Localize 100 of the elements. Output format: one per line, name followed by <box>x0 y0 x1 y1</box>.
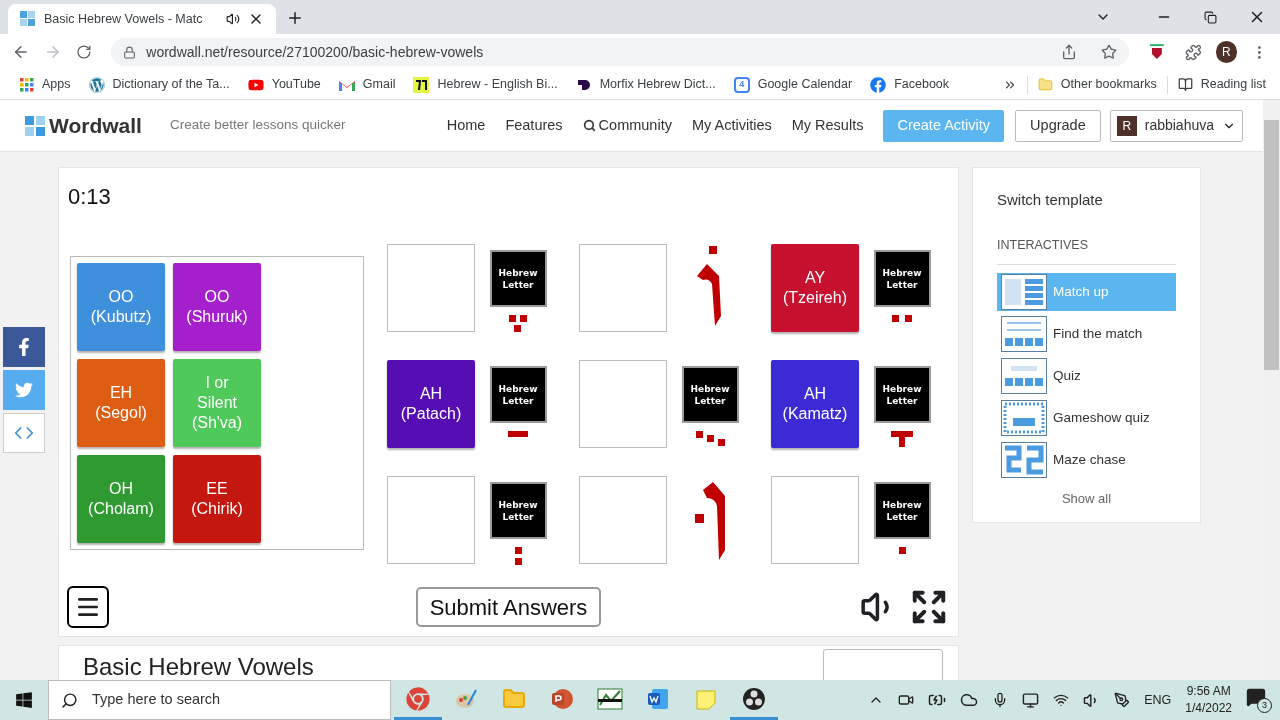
bookmark-item[interactable]: Facebook <box>864 75 956 94</box>
obs-icon <box>742 686 766 711</box>
letter-card: Hebrew Letter <box>873 366 931 423</box>
section-label: INTERACTIVES <box>997 235 1176 266</box>
answer-tile[interactable]: OO (Shuruk) <box>173 263 261 351</box>
bookmark-item[interactable]: 4 Google Calendar <box>727 75 859 94</box>
reading-list[interactable]: Reading list <box>1177 75 1266 94</box>
pen-icon[interactable] <box>1114 692 1131 708</box>
show-all-link[interactable]: Show all <box>1061 489 1112 509</box>
letter-card: Hebrew Letter <box>489 366 547 423</box>
windows-icon <box>15 691 33 709</box>
search-icon <box>582 119 596 132</box>
bookmark-item[interactable]: Hebrew - English Bi... <box>407 75 564 94</box>
chart-sheet-icon <box>597 686 623 711</box>
powerpoint-icon <box>550 686 574 711</box>
bookmark-item[interactable]: Apps <box>14 75 77 94</box>
bookmark-item[interactable]: Morfix Hebrew Dict... <box>569 75 722 94</box>
folder-icon <box>1037 77 1053 92</box>
bookmark-star-icon[interactable] <box>1101 44 1118 60</box>
shield-extension-icon[interactable] <box>1149 44 1165 60</box>
hebrew-letter-icon <box>413 76 430 93</box>
vowel-mark-icon <box>508 431 528 437</box>
display-icon[interactable] <box>1022 691 1040 709</box>
logo-grid-icon <box>25 115 45 136</box>
bookmark-item[interactable]: Gmail <box>332 75 402 94</box>
vowel-mark-icon <box>509 315 527 332</box>
menu-icon[interactable] <box>67 586 109 628</box>
browser-tab[interactable]: Basic Hebrew Vowels - Matc <box>8 4 276 34</box>
search-input[interactable]: Type here to search <box>92 689 378 711</box>
vowel-mark-icon <box>898 547 906 554</box>
nav-link[interactable]: My Results <box>791 114 864 137</box>
letter-card: Hebrew Letter <box>681 366 739 423</box>
user-avatar: R <box>1116 115 1137 136</box>
vowel-mark-icon <box>892 315 912 322</box>
extensions-icon[interactable] <box>1184 43 1202 61</box>
reload-icon[interactable] <box>75 44 92 60</box>
calendar-icon: 4 <box>733 76 750 93</box>
word-icon <box>646 686 670 711</box>
chrome-icon <box>406 686 430 711</box>
wifi-icon[interactable] <box>1053 692 1070 708</box>
tab-title: Basic Hebrew Vowels - Matc <box>44 10 204 28</box>
share-icon[interactable] <box>1061 44 1078 60</box>
meet-icon[interactable] <box>898 692 915 708</box>
lock-icon <box>123 45 137 59</box>
notification-count: 3 <box>1257 698 1272 713</box>
answer-tile[interactable]: AY (Tzeireh) <box>771 244 859 332</box>
bookmark-item[interactable]: Dictionary of the Ta... <box>82 75 236 94</box>
vowel-mark-icon <box>514 547 522 565</box>
username: rabbiahuva <box>1144 116 1214 135</box>
timer: 0:13 <box>68 184 111 209</box>
facebook-share-button[interactable] <box>3 327 45 367</box>
vowel-mark-icon <box>695 431 725 446</box>
profile-avatar[interactable]: R <box>1215 41 1238 63</box>
answer-tile[interactable]: EH (Segol) <box>77 359 165 447</box>
template-thumbnail-icon <box>1001 400 1047 437</box>
embed-button[interactable] <box>3 413 45 453</box>
twitter-icon <box>15 381 33 399</box>
upgrade-button[interactable]: Upgrade <box>1015 109 1101 142</box>
answer-tile[interactable]: OH (Cholam) <box>77 455 165 543</box>
template-thumbnail-icon <box>1001 316 1047 353</box>
user-menu[interactable]: R rabbiahuva <box>1109 109 1243 142</box>
bookmark-item[interactable]: YouTube <box>241 75 327 94</box>
url-text: wordwall.net/resource/27100200/basic-hebrew-vowels <box>146 42 484 62</box>
new-tab-icon[interactable] <box>286 9 304 27</box>
language-indicator[interactable]: ENG <box>1144 690 1172 710</box>
nav-link[interactable]: Home <box>446 114 486 137</box>
search-icon <box>61 691 78 709</box>
letter-card: Hebrew Letter <box>489 482 547 539</box>
address-bar[interactable]: wordwall.net/resource/27100200/basic-hebrew-vowels <box>111 38 1130 66</box>
answer-tile[interactable]: AH (Patach) <box>387 360 475 448</box>
other-bookmarks[interactable]: Other bookmarks <box>1037 75 1157 94</box>
wordpress-icon <box>88 76 105 93</box>
folder-icon <box>502 686 526 711</box>
cloud-icon[interactable] <box>960 691 979 709</box>
submit-answers-button[interactable]: Submit Answers <box>415 587 602 627</box>
restore-icon[interactable] <box>1204 10 1217 24</box>
template-thumbnail-icon <box>1001 358 1047 395</box>
letter-card: Hebrew Letter <box>873 250 931 307</box>
nav-link[interactable]: My Activities <box>691 114 772 137</box>
taskbar-search-field[interactable]: Type here to search <box>48 680 391 720</box>
nav-link[interactable]: Features <box>505 114 563 137</box>
wordwall-logo[interactable]: Wordwall <box>25 109 142 142</box>
panel-title: Switch template <box>997 190 1104 210</box>
template-thumbnail-icon <box>1001 274 1047 311</box>
fullscreen-icon[interactable] <box>910 588 948 626</box>
tagline: Create better lessons quicker <box>169 116 346 135</box>
vowel-mark-icon <box>891 431 913 447</box>
answer-tile[interactable]: AH (Kamatz) <box>771 360 859 448</box>
reading-list-icon <box>1177 77 1193 92</box>
nav-link[interactable]: Community <box>582 114 672 137</box>
letter-card: Hebrew Letter <box>489 250 547 307</box>
clock[interactable]: 9:56 AM 1/4/2022 <box>1185 683 1232 717</box>
activity-title: Basic Hebrew Vowels <box>83 652 314 680</box>
answer-tile[interactable]: EE (Chirik) <box>173 455 261 543</box>
apps-grid-icon <box>20 77 34 92</box>
facebook-icon <box>870 76 887 93</box>
gmail-icon <box>338 78 355 91</box>
template-thumbnail-icon <box>1001 442 1047 479</box>
letter-card: Hebrew Letter <box>873 482 931 539</box>
back-icon[interactable] <box>12 43 30 61</box>
